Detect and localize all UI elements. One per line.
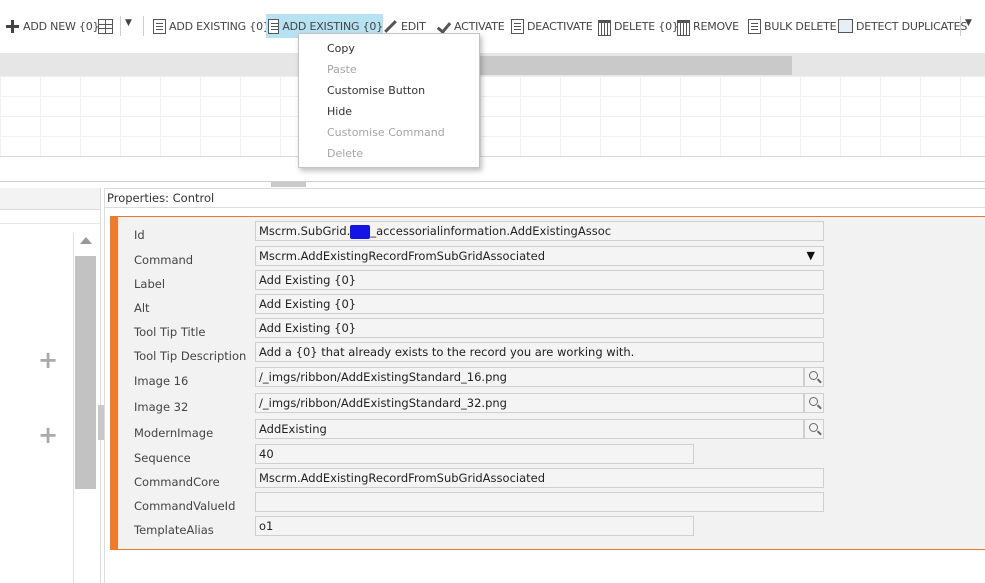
grid-icon bbox=[98, 18, 113, 34]
left-panel-header bbox=[0, 188, 100, 210]
designer-canvas bbox=[0, 76, 985, 157]
template-alias-label: TemplateAlias bbox=[134, 523, 214, 537]
modern-image-label: ModernImage bbox=[134, 426, 214, 440]
chevron-down-icon[interactable]: ▼ bbox=[125, 18, 132, 28]
deactivate-button[interactable]: DEACTIVATE bbox=[511, 14, 593, 38]
deactivate-label: DEACTIVATE bbox=[527, 19, 593, 33]
sequence-field[interactable]: 40 bbox=[255, 444, 694, 464]
activate-label: ACTIVATE bbox=[454, 19, 505, 33]
detect-duplicates-button[interactable]: DETECT DUPLICATES bbox=[838, 14, 967, 38]
image16-lookup-button[interactable] bbox=[804, 367, 824, 387]
tooltip-description-label: Tool Tip Description bbox=[134, 349, 247, 363]
ribbon-preview-bar bbox=[480, 56, 792, 75]
image16-label: Image 16 bbox=[134, 374, 189, 388]
command-select[interactable]: Mscrm.AddExistingRecordFromSubGridAssoci… bbox=[255, 246, 824, 266]
check-icon bbox=[436, 19, 451, 34]
splitter-grip[interactable] bbox=[271, 182, 306, 187]
toolbar-separator bbox=[120, 16, 121, 36]
edit-label: EDIT bbox=[401, 19, 426, 33]
menu-item-delete[interactable]: Delete bbox=[327, 147, 363, 160]
context-menu: Copy Paste Customise Button Hide Customi… bbox=[298, 33, 480, 168]
menu-item-copy[interactable]: Copy bbox=[327, 42, 355, 55]
label-field[interactable]: Add Existing {0} bbox=[255, 270, 824, 290]
left-panel-toolbar bbox=[0, 209, 100, 224]
bulk-delete-label: BULK DELETE bbox=[764, 19, 837, 33]
command-value-id-label: CommandValueId bbox=[134, 499, 236, 513]
plus-icon bbox=[5, 19, 20, 34]
add-existing-icon bbox=[268, 18, 280, 34]
deactivate-icon bbox=[511, 18, 524, 34]
id-suffix: _accessorialinformation.AddExistingAssoc bbox=[370, 224, 612, 238]
add-existing-icon bbox=[153, 18, 166, 34]
id-label: Id bbox=[134, 228, 145, 242]
bulk-delete-icon bbox=[748, 18, 761, 34]
menu-item-customise-button[interactable]: Customise Button bbox=[327, 84, 425, 97]
pane-splitter[interactable] bbox=[0, 181, 985, 182]
pencil-icon bbox=[383, 19, 398, 34]
detect-duplicates-label: DETECT DUPLICATES bbox=[856, 19, 968, 33]
alt-field[interactable]: Add Existing {0} bbox=[255, 294, 824, 314]
tooltip-description-field[interactable]: Add a {0} that already exists to the rec… bbox=[255, 342, 824, 362]
label-label: Label bbox=[134, 277, 166, 291]
detect-duplicates-icon bbox=[838, 19, 853, 33]
search-icon bbox=[809, 397, 818, 406]
bulk-delete-button[interactable]: BULK DELETE bbox=[748, 14, 837, 38]
trash-icon bbox=[677, 19, 690, 36]
modern-image-lookup-button[interactable] bbox=[804, 419, 824, 439]
left-panel: + + bbox=[0, 188, 101, 583]
toolbar-separator bbox=[960, 16, 961, 36]
search-icon bbox=[809, 371, 818, 380]
remove-label: REMOVE bbox=[693, 19, 739, 33]
menu-item-paste[interactable]: Paste bbox=[327, 63, 357, 76]
dropdown-arrow-icon[interactable]: ▼ bbox=[807, 247, 815, 265]
id-field[interactable]: Mscrm.SubGrid. _accessorialinformation.Ad… bbox=[255, 221, 824, 241]
redaction-mark bbox=[350, 224, 371, 239]
alt-label: Alt bbox=[134, 301, 150, 315]
delete-label: DELETE {0} bbox=[614, 19, 679, 33]
menu-item-customise-command[interactable]: Customise Command bbox=[327, 126, 445, 139]
image32-field[interactable]: /_imgs/ribbon/AddExistingStandard_32.png bbox=[255, 393, 804, 413]
toolbar-separator bbox=[143, 16, 144, 36]
id-prefix: Mscrm.SubGrid. bbox=[259, 224, 351, 238]
command-value: Mscrm.AddExistingRecordFromSubGridAssoci… bbox=[259, 249, 546, 263]
trash-icon bbox=[598, 19, 611, 36]
image32-lookup-button[interactable] bbox=[804, 393, 824, 413]
delete-button[interactable]: DELETE {0} bbox=[598, 14, 679, 38]
vertical-scrollbar[interactable] bbox=[73, 233, 96, 583]
command-label: Command bbox=[134, 253, 194, 267]
tooltip-title-field[interactable]: Add Existing {0} bbox=[255, 318, 824, 338]
add-existing-selected-label: ADD EXISTING {0} bbox=[282, 19, 383, 33]
scrollbar-thumb[interactable] bbox=[75, 256, 96, 489]
add-new-label: ADD NEW {0} bbox=[23, 19, 100, 33]
expand-icon[interactable]: + bbox=[38, 423, 58, 447]
image32-label: Image 32 bbox=[134, 400, 189, 414]
add-existing-label: ADD EXISTING {0} bbox=[169, 19, 270, 33]
scroll-up-icon[interactable] bbox=[80, 237, 92, 244]
command-core-field[interactable]: Mscrm.AddExistingRecordFromSubGridAssoci… bbox=[255, 468, 824, 488]
sequence-label: Sequence bbox=[134, 451, 191, 465]
template-alias-field[interactable]: o1 bbox=[255, 516, 694, 536]
ribbon-toolbar: ADD NEW {0} ▼ ADD EXISTING {0} ADD EXIST… bbox=[0, 0, 985, 53]
add-existing-button[interactable]: ADD EXISTING {0} bbox=[153, 14, 270, 38]
menu-item-hide[interactable]: Hide bbox=[327, 105, 352, 118]
chevron-down-icon[interactable]: ▼ bbox=[965, 18, 972, 28]
modern-image-field[interactable]: AddExisting bbox=[255, 419, 804, 439]
image16-field[interactable]: /_imgs/ribbon/AddExistingStandard_16.png bbox=[255, 367, 804, 387]
tooltip-title-label: Tool Tip Title bbox=[134, 325, 206, 339]
view-grid-button[interactable] bbox=[98, 14, 113, 38]
properties-title: Properties: Control bbox=[104, 188, 985, 208]
expand-icon[interactable]: + bbox=[38, 348, 58, 372]
command-value-id-field[interactable] bbox=[255, 492, 824, 512]
remove-button[interactable]: REMOVE bbox=[677, 14, 739, 38]
command-core-label: CommandCore bbox=[134, 475, 220, 489]
add-new-button[interactable]: ADD NEW {0} bbox=[5, 14, 100, 38]
search-icon bbox=[809, 423, 818, 432]
